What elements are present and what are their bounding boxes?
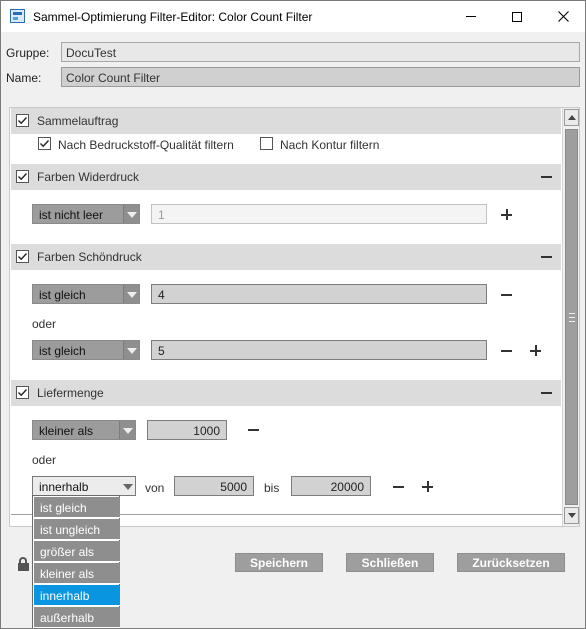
liefermenge-label: Liefermenge xyxy=(37,386,104,400)
lock-icon[interactable] xyxy=(18,557,29,571)
remove-liefermenge-row-2-icon[interactable] xyxy=(393,486,404,488)
name-field[interactable]: Color Count Filter xyxy=(61,67,580,87)
group-field[interactable]: DocuTest xyxy=(61,42,580,62)
schoendruck-operator-select-1[interactable]: ist gleich xyxy=(32,284,140,304)
schoendruck-value-input-2[interactable]: 5 xyxy=(151,340,487,360)
add-widerdruck-row-icon[interactable] xyxy=(501,209,512,220)
section-schoendruck: Farben Schöndruck xyxy=(11,244,561,270)
kontur-checkbox[interactable] xyxy=(260,137,273,150)
minimize-button[interactable] xyxy=(448,1,494,32)
add-liefermenge-row-icon[interactable] xyxy=(422,481,433,492)
remove-schoendruck-row-1-icon[interactable] xyxy=(501,294,512,296)
schoendruck-operator-select-2[interactable]: ist gleich xyxy=(32,340,140,360)
sammelauftrag-label: Sammelauftrag xyxy=(37,114,119,128)
vertical-scrollbar[interactable] xyxy=(562,108,579,526)
section-liefermenge: Liefermenge xyxy=(11,380,561,406)
von-label: von xyxy=(145,481,165,495)
dropdown-option[interactable]: außerhalb xyxy=(34,607,120,628)
sammelauftrag-checkbox[interactable] xyxy=(16,114,29,127)
dropdown-option[interactable]: kleiner als xyxy=(34,563,120,584)
checkmark-icon xyxy=(18,173,28,181)
group-label: Gruppe: xyxy=(6,46,50,60)
chevron-down-icon xyxy=(119,421,135,439)
chevron-down-icon xyxy=(123,205,139,223)
checkmark-icon xyxy=(18,253,28,261)
bedruckstoff-checkbox[interactable] xyxy=(38,137,51,150)
schoendruck-label: Farben Schöndruck xyxy=(37,250,142,264)
app-icon xyxy=(10,9,25,23)
liefermenge-checkbox[interactable] xyxy=(16,386,29,399)
operator-dropdown-list: ist gleich ist ungleich größer als klein… xyxy=(32,495,120,628)
schoendruck-or-label: oder xyxy=(32,317,57,331)
kontur-label: Nach Kontur filtern xyxy=(280,138,380,152)
von-value-input[interactable]: 5000 xyxy=(174,476,254,496)
widerdruck-value-input[interactable]: 1 xyxy=(151,204,487,224)
minimize-icon xyxy=(466,16,476,17)
schoendruck-value-input-1[interactable]: 4 xyxy=(151,284,487,304)
chevron-down-icon xyxy=(123,285,139,303)
remove-schoendruck-row-2-icon[interactable] xyxy=(501,350,512,352)
close-icon xyxy=(557,11,569,22)
checkmark-icon xyxy=(18,389,28,397)
filter-panel: Sammelauftrag Nach Bedruckstoff-Qualität… xyxy=(9,107,580,527)
maximize-icon xyxy=(512,11,522,22)
maximize-button[interactable] xyxy=(494,1,540,32)
section-sammelauftrag: Sammelauftrag xyxy=(11,108,561,134)
liefermenge-operator-select-1[interactable]: kleiner als xyxy=(32,420,136,440)
liefermenge-value-input[interactable]: 1000 xyxy=(147,420,227,440)
widerdruck-checkbox[interactable] xyxy=(16,170,29,183)
dropdown-option-selected[interactable]: innerhalb xyxy=(34,585,120,606)
bis-label: bis xyxy=(264,481,280,495)
collapse-schoendruck-icon[interactable] xyxy=(541,256,552,258)
section-widerdruck: Farben Widerdruck xyxy=(11,164,561,190)
close-button[interactable]: Schließen xyxy=(346,553,434,572)
schoendruck-checkbox[interactable] xyxy=(16,250,29,263)
grip-icon xyxy=(569,313,575,322)
close-window-button[interactable] xyxy=(540,1,585,32)
save-button[interactable]: Speichern xyxy=(235,553,323,572)
collapse-liefermenge-icon[interactable] xyxy=(541,392,552,394)
scroll-thumb[interactable] xyxy=(565,129,578,505)
add-schoendruck-row-icon[interactable] xyxy=(530,345,541,356)
liefermenge-operator-select-2[interactable]: innerhalb xyxy=(32,476,136,496)
bis-value-input[interactable]: 20000 xyxy=(291,476,371,496)
checkmark-icon xyxy=(18,117,28,125)
liefermenge-or-label: oder xyxy=(32,453,57,467)
remove-liefermenge-row-1-icon[interactable] xyxy=(248,429,259,431)
checkmark-icon xyxy=(40,140,50,148)
scroll-down-button[interactable] xyxy=(564,507,579,524)
filter-editor-window: Sammel-Optimierung Filter-Editor: Color … xyxy=(0,0,586,629)
bedruckstoff-label: Nach Bedruckstoff-Qualität filtern xyxy=(58,138,234,152)
widerdruck-label: Farben Widerdruck xyxy=(37,170,140,184)
dropdown-option[interactable]: größer als xyxy=(34,541,120,562)
dropdown-option[interactable]: ist ungleich xyxy=(34,519,120,540)
reset-button[interactable]: Zurücksetzen xyxy=(457,553,565,572)
dropdown-option[interactable]: ist gleich xyxy=(34,497,120,518)
collapse-widerdruck-icon[interactable] xyxy=(541,176,552,178)
widerdruck-operator-select[interactable]: ist nicht leer xyxy=(32,204,140,224)
title-bar[interactable]: Sammel-Optimierung Filter-Editor: Color … xyxy=(1,1,585,32)
window-title: Sammel-Optimierung Filter-Editor: Color … xyxy=(33,10,313,24)
chevron-down-icon xyxy=(123,341,139,359)
scroll-up-button[interactable] xyxy=(564,109,579,126)
chevron-down-icon xyxy=(119,477,135,495)
name-label: Name: xyxy=(6,71,42,85)
